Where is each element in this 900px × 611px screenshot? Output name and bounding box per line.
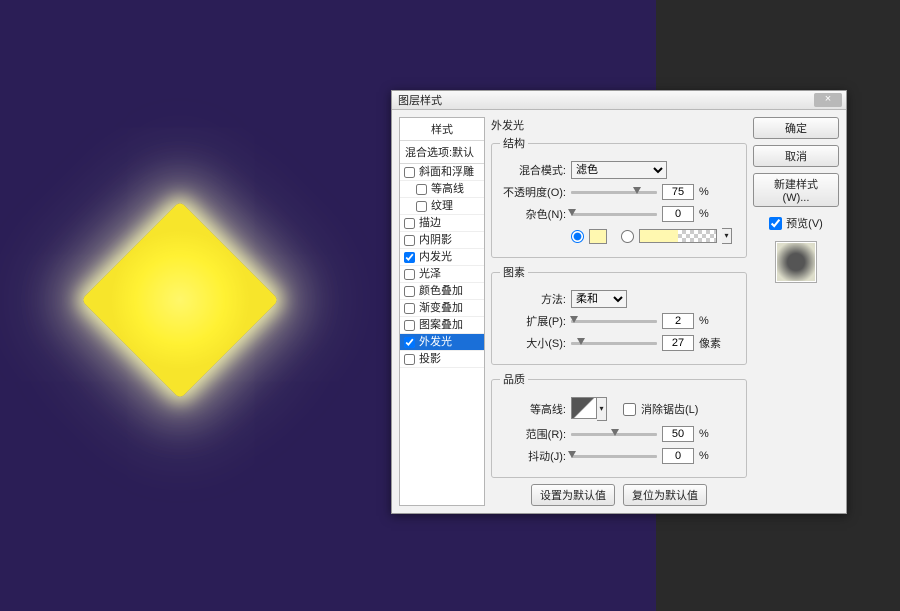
effect-checkbox-9[interactable] <box>404 320 415 331</box>
effect-checkbox-4[interactable] <box>404 235 415 246</box>
reset-default-button[interactable]: 复位为默认值 <box>623 484 707 506</box>
preview-label: 预览(V) <box>786 215 823 231</box>
blend-mode-select[interactable]: 滤色 <box>571 161 667 179</box>
quality-legend: 品质 <box>500 371 528 387</box>
noise-input[interactable] <box>662 206 694 222</box>
effect-label: 投影 <box>419 352 441 366</box>
gradient-dropdown-icon[interactable]: ▾ <box>722 228 732 244</box>
opacity-input[interactable] <box>662 184 694 200</box>
size-input[interactable] <box>662 335 694 351</box>
opacity-label: 不透明度(O): <box>500 184 566 200</box>
quality-group: 品质 等高线: ▾ 消除锯齿(L) 范围(R): % <box>491 371 747 478</box>
antialias-label: 消除锯齿(L) <box>641 401 698 417</box>
dialog-right-column: 确定 取消 新建样式(W)... 预览(V) <box>753 117 839 506</box>
cancel-button[interactable]: 取消 <box>753 145 839 167</box>
size-label: 大小(S): <box>500 335 566 351</box>
dialog-titlebar[interactable]: 图层样式 × <box>392 91 846 110</box>
technique-select[interactable]: 柔和 <box>571 290 627 308</box>
effect-label: 描边 <box>419 216 441 230</box>
effect-label: 渐变叠加 <box>419 301 463 315</box>
effect-item-4[interactable]: 内阴影 <box>400 232 484 249</box>
range-slider[interactable] <box>571 433 657 436</box>
effect-item-2[interactable]: 纹理 <box>400 198 484 215</box>
unit-pct: % <box>699 315 709 327</box>
spread-input[interactable] <box>662 313 694 329</box>
glow-gradient-swatch[interactable] <box>639 229 717 243</box>
effect-checkbox-0[interactable] <box>404 167 415 178</box>
effect-checkbox-5[interactable] <box>404 252 415 263</box>
preview-thumbnail <box>775 241 817 283</box>
blend-mode-label: 混合模式: <box>500 162 566 178</box>
technique-label: 方法: <box>500 291 566 307</box>
effect-checkbox-11[interactable] <box>404 354 415 365</box>
unit-pct: % <box>699 450 709 462</box>
glow-gradient-radio[interactable] <box>621 230 634 243</box>
effect-label: 颜色叠加 <box>419 284 463 298</box>
contour-label: 等高线: <box>500 401 566 417</box>
canvas-shape-diamond[interactable] <box>81 201 279 399</box>
dialog-title: 图层样式 <box>398 92 442 108</box>
effect-item-8[interactable]: 渐变叠加 <box>400 300 484 317</box>
preview-checkbox[interactable] <box>769 217 782 230</box>
size-slider[interactable] <box>571 342 657 345</box>
unit-pct: % <box>699 186 709 198</box>
new-style-button[interactable]: 新建样式(W)... <box>753 173 839 207</box>
noise-label: 杂色(N): <box>500 206 566 222</box>
elements-legend: 图素 <box>500 264 528 280</box>
effect-label: 内阴影 <box>419 233 452 247</box>
effect-label: 纹理 <box>431 199 453 213</box>
range-label: 范围(R): <box>500 426 566 442</box>
noise-slider[interactable] <box>571 213 657 216</box>
contour-swatch[interactable] <box>571 397 597 419</box>
unit-pct: % <box>699 208 709 220</box>
ok-button[interactable]: 确定 <box>753 117 839 139</box>
unit-px: 像素 <box>699 335 721 351</box>
effect-item-0[interactable]: 斜面和浮雕 <box>400 164 484 181</box>
effect-item-5[interactable]: 内发光 <box>400 249 484 266</box>
section-title: 外发光 <box>491 117 747 133</box>
effect-checkbox-6[interactable] <box>404 269 415 280</box>
effect-checkbox-10[interactable] <box>404 337 415 348</box>
close-button[interactable]: × <box>814 93 842 107</box>
jitter-slider[interactable] <box>571 455 657 458</box>
antialias-checkbox[interactable] <box>623 403 636 416</box>
make-default-button[interactable]: 设置为默认值 <box>531 484 615 506</box>
glow-color-radio[interactable] <box>571 230 584 243</box>
opacity-slider[interactable] <box>571 191 657 194</box>
effect-item-9[interactable]: 图案叠加 <box>400 317 484 334</box>
effect-checkbox-3[interactable] <box>404 218 415 229</box>
glow-color-swatch[interactable] <box>589 229 607 244</box>
contour-dropdown-icon[interactable]: ▾ <box>597 397 607 421</box>
effect-item-6[interactable]: 光泽 <box>400 266 484 283</box>
effect-item-1[interactable]: 等高线 <box>400 181 484 198</box>
effect-checkbox-2[interactable] <box>416 201 427 212</box>
structure-legend: 结构 <box>500 135 528 151</box>
elements-group: 图素 方法: 柔和 扩展(P): % 大小(S): 像 <box>491 264 747 365</box>
effect-item-7[interactable]: 颜色叠加 <box>400 283 484 300</box>
unit-pct: % <box>699 428 709 440</box>
effect-settings-panel: 外发光 结构 混合模式: 滤色 不透明度(O): % 杂色(N): <box>491 117 747 506</box>
effect-label: 等高线 <box>431 182 464 196</box>
effect-label: 斜面和浮雕 <box>419 165 474 179</box>
effect-label: 内发光 <box>419 250 452 264</box>
effect-item-3[interactable]: 描边 <box>400 215 484 232</box>
effect-label: 图案叠加 <box>419 318 463 332</box>
effects-list-header[interactable]: 样式 <box>400 118 484 141</box>
effect-checkbox-7[interactable] <box>404 286 415 297</box>
effect-label: 光泽 <box>419 267 441 281</box>
effects-list: 样式 混合选项:默认 斜面和浮雕等高线纹理描边内阴影内发光光泽颜色叠加渐变叠加图… <box>399 117 485 506</box>
spread-label: 扩展(P): <box>500 313 566 329</box>
blend-options-default[interactable]: 混合选项:默认 <box>400 141 484 164</box>
effect-label: 外发光 <box>419 335 452 349</box>
effect-checkbox-1[interactable] <box>416 184 427 195</box>
effect-item-10[interactable]: 外发光 <box>400 334 484 351</box>
effect-item-11[interactable]: 投影 <box>400 351 484 368</box>
spread-slider[interactable] <box>571 320 657 323</box>
layer-style-dialog: 图层样式 × 样式 混合选项:默认 斜面和浮雕等高线纹理描边内阴影内发光光泽颜色… <box>391 90 847 514</box>
structure-group: 结构 混合模式: 滤色 不透明度(O): % 杂色(N): <box>491 135 747 258</box>
effect-checkbox-8[interactable] <box>404 303 415 314</box>
jitter-label: 抖动(J): <box>500 448 566 464</box>
jitter-input[interactable] <box>662 448 694 464</box>
range-input[interactable] <box>662 426 694 442</box>
